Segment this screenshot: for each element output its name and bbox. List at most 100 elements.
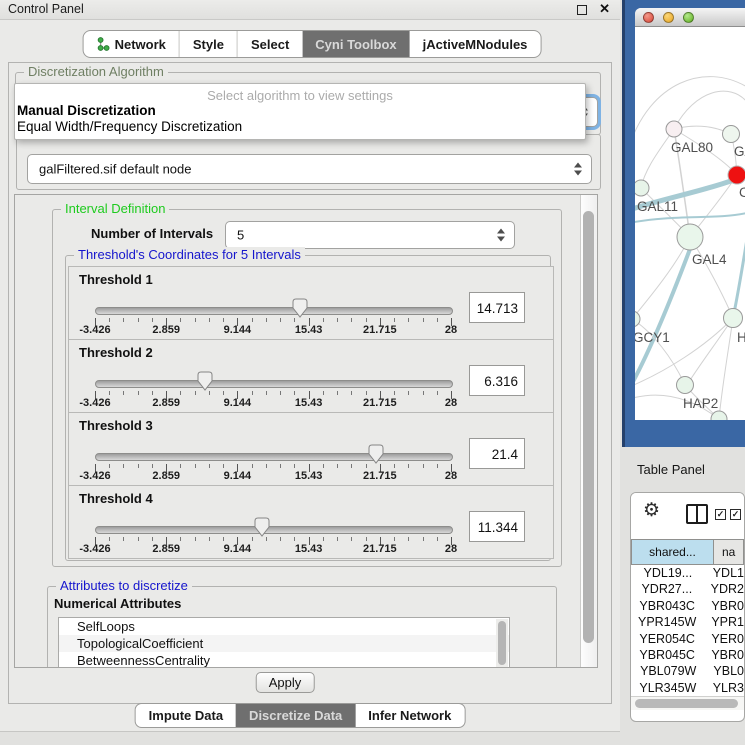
tab-network[interactable]: Network [84, 31, 179, 57]
attributes-scrollbar-thumb[interactable] [498, 621, 506, 665]
table-row[interactable]: YDR27...YDR2 [631, 581, 744, 597]
slider-track[interactable] [95, 526, 453, 534]
table-row[interactable]: YBR043CYBR0 [631, 598, 744, 614]
settings-scrollbar-thumb[interactable] [583, 211, 594, 643]
tick-label: 21.715 [363, 543, 397, 555]
cell-shared-name: YER054C [631, 631, 703, 647]
cell-name: YBL0 [705, 663, 744, 679]
network-window-titlebar[interactable] [635, 8, 745, 27]
network-node-gal4[interactable] [677, 224, 703, 250]
zoom-light[interactable] [683, 12, 694, 23]
bottom-tab-impute-data[interactable]: Impute Data [136, 704, 236, 727]
slider-track[interactable] [95, 453, 453, 461]
tick-label: 15.43 [295, 543, 323, 555]
network-edge[interactable] [674, 91, 745, 129]
table-row[interactable]: YDL19...YDL1 [631, 565, 744, 581]
tab-select[interactable]: Select [237, 31, 302, 57]
bottom-tab-infer-network[interactable]: Infer Network [355, 704, 464, 727]
table-data-combobox[interactable]: galFiltered.sif default node [27, 154, 592, 184]
tick-mark [294, 537, 295, 541]
close-panel-icon[interactable]: ✕ [599, 1, 610, 17]
network-edge[interactable] [635, 213, 745, 223]
dropdown-option-manual-discretization[interactable]: Manual Discretization [17, 103, 156, 118]
network-edge[interactable] [719, 318, 733, 419]
table-row[interactable]: YBL079WYBL0 [631, 663, 744, 679]
column-header-na[interactable]: na [714, 539, 744, 565]
network-node-c[interactable] [728, 166, 745, 184]
attribute-item-topologicalcoefficient[interactable]: TopologicalCoefficient [59, 635, 509, 652]
tick-mark [337, 464, 338, 468]
network-node[interactable] [711, 411, 727, 420]
tick-mark [195, 391, 196, 395]
slider-handle[interactable] [292, 298, 308, 323]
tab-style[interactable]: Style [179, 31, 237, 57]
tick-mark [323, 537, 324, 541]
dropdown-option-equal-width-frequency-discretization[interactable]: Equal Width/Frequency Discretization [17, 119, 242, 134]
slider-handle[interactable] [368, 444, 384, 469]
tick-mark [351, 464, 352, 468]
float-window-icon[interactable] [577, 5, 587, 15]
node-label: GA [734, 144, 745, 159]
tick-mark [209, 537, 210, 541]
gear-icon[interactable]: ⚙ [643, 501, 660, 521]
network-node-h[interactable] [724, 309, 743, 328]
table-row[interactable]: YER054CYER0 [631, 631, 744, 647]
table-row[interactable]: YPR145WYPR1 [631, 614, 744, 630]
network-node-gal11[interactable] [635, 180, 649, 196]
close-light[interactable] [643, 12, 654, 23]
combo-arrows-icon [574, 163, 582, 176]
settings-scrollbar[interactable] [580, 195, 597, 667]
split-view-icon[interactable] [686, 504, 708, 524]
network-node-hap2[interactable] [677, 377, 694, 394]
tab-label: Select [251, 37, 289, 52]
network-edge[interactable] [733, 239, 745, 318]
tick-mark [123, 318, 124, 322]
tick-mark [408, 537, 409, 541]
tick-mark [294, 464, 295, 468]
threshold-value-field[interactable]: 14.713 [469, 292, 525, 323]
network-node-ga[interactable] [723, 126, 740, 143]
table-row[interactable]: YBR045CYBR0 [631, 647, 744, 663]
threshold-value-field[interactable]: 6.316 [469, 365, 525, 396]
tick-label: -3.426 [79, 397, 110, 409]
attributes-scrollbar[interactable] [496, 619, 508, 668]
threshold-value-field[interactable]: 11.344 [469, 511, 525, 542]
attribute-item-betweennesscentrality[interactable]: BetweennessCentrality [59, 652, 509, 668]
threshold-value-field[interactable]: 21.4 [469, 438, 525, 469]
tick-mark [138, 464, 139, 468]
table-row[interactable]: YLR345WYLR3 [631, 680, 744, 696]
tab-cyni-toolbox[interactable]: Cyni Toolbox [302, 31, 409, 57]
network-edge[interactable] [635, 237, 690, 319]
bottom-tab-discretize-data[interactable]: Discretize Data [236, 704, 355, 727]
slider-track[interactable] [95, 380, 453, 388]
apply-button[interactable]: Apply [256, 672, 315, 693]
algorithm-dropdown-popup: Select algorithm to view settings Manual… [14, 83, 586, 140]
network-node-gal80[interactable] [666, 121, 682, 137]
tab-jactivemnodules[interactable]: jActiveMNodules [410, 31, 541, 57]
control-panel-titlebar: Control Panel ✕ [0, 0, 620, 20]
tick-mark [351, 318, 352, 322]
table-hscrollbar-thumb[interactable] [635, 699, 738, 708]
network-canvas[interactable]: GAL80GACGAL11GAL4GCY1HHAP2 [635, 27, 745, 420]
tick-label: 2.859 [152, 543, 180, 555]
network-edge[interactable] [690, 237, 733, 318]
attributes-group-title: Attributes to discretize [56, 578, 192, 593]
number-of-intervals-combobox[interactable]: 5 [225, 221, 515, 249]
slider-handle[interactable] [254, 517, 270, 542]
network-edge[interactable] [635, 249, 690, 389]
tab-label: Network [115, 37, 166, 52]
column-header-shared-[interactable]: shared... [631, 539, 714, 565]
tab-label: Cyni Toolbox [315, 37, 396, 52]
numerical-attributes-list[interactable]: SelfLoopsTopologicalCoefficientBetweenne… [58, 617, 510, 668]
checkbox-checked-icon[interactable]: ✓ [715, 509, 726, 520]
tick-mark [209, 464, 210, 468]
tick-label: 2.859 [152, 470, 180, 482]
minimize-light[interactable] [663, 12, 674, 23]
slider-handle[interactable] [197, 371, 213, 396]
table-horizontal-scrollbar[interactable] [631, 696, 744, 710]
checkbox-checked-icon[interactable]: ✓ [730, 509, 741, 520]
attribute-item-selfloops[interactable]: SelfLoops [59, 618, 509, 635]
tick-mark [394, 318, 395, 322]
network-edge[interactable] [641, 129, 674, 188]
slider-track[interactable] [95, 307, 453, 315]
